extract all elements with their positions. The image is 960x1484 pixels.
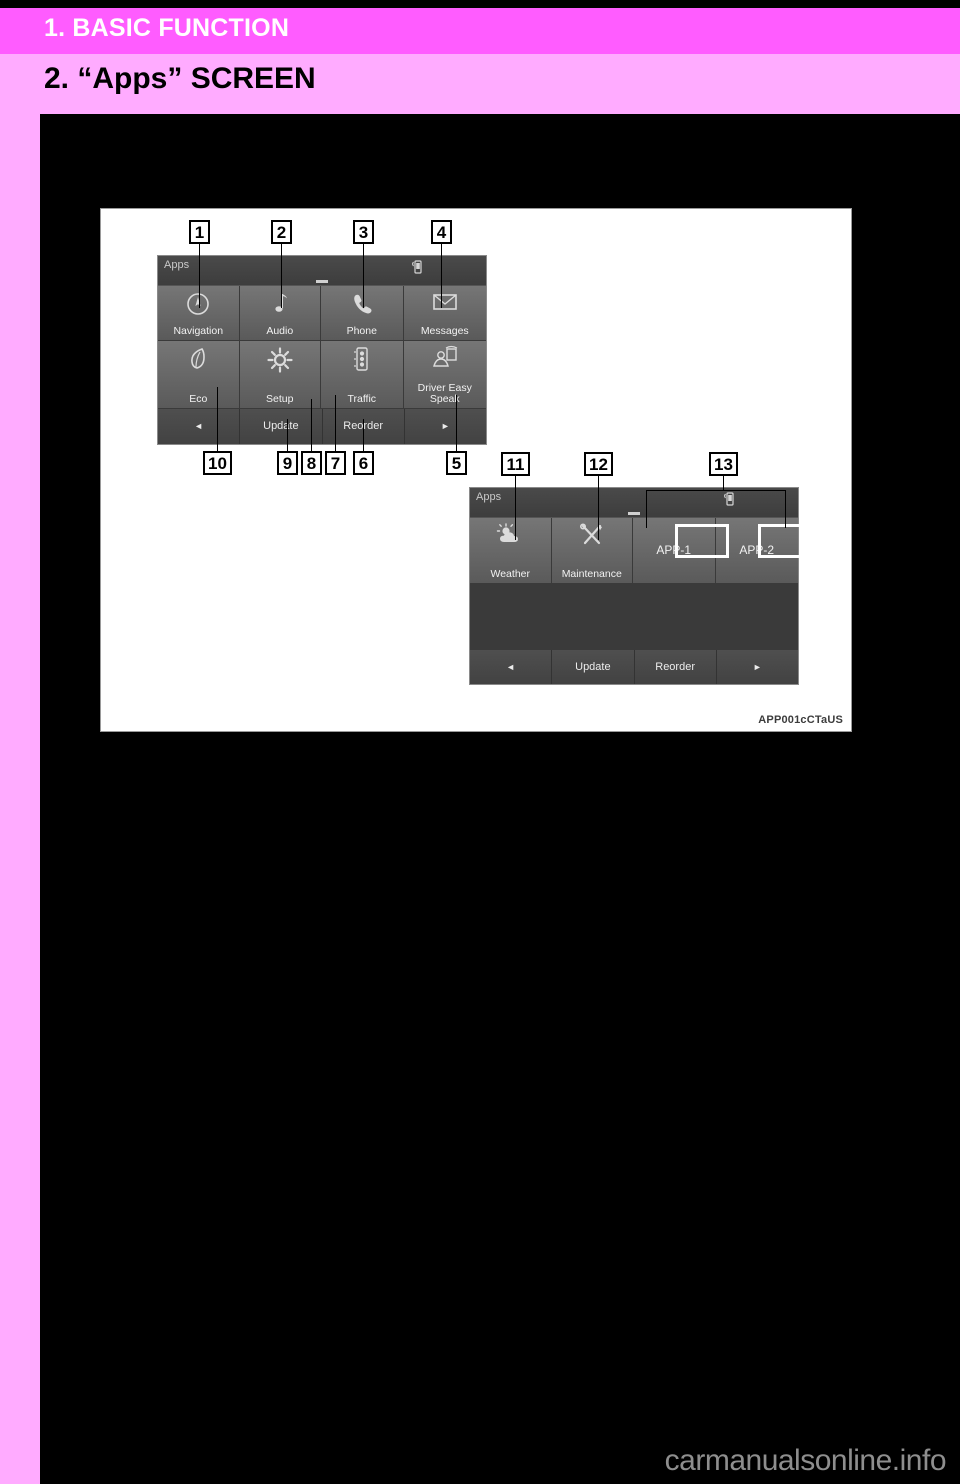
callout-12: 12 [584,452,613,476]
figure-code: APP001cCTaUS [758,714,843,726]
traffic-light-icon [351,346,373,379]
callout-10: 10 [203,451,232,475]
tile-traffic[interactable]: Traffic [321,340,404,409]
page-indicator-dash [316,279,328,283]
figure-panel: Apps Navigation Audio Phone Messages Eco… [100,208,852,732]
screen1-tile-row-1: Navigation Audio Phone Messages [158,285,486,341]
callout-11: 11 [501,452,530,476]
screen2-empty-area [470,584,798,650]
callout-1-leader [199,244,200,308]
screen2-apps-label: Apps [476,491,502,503]
gear-sun-icon [266,346,294,379]
callout-5-leader [456,395,457,451]
callout-6: 6 [353,451,374,475]
screen1-tile-row-2: Eco Setup Traffic Driver Easy Speak [158,340,486,409]
envelope-icon [431,291,459,318]
site-watermark: carmanualsonline.info [664,1444,947,1477]
callout-12-leader [598,476,599,540]
callout-6-leader [363,419,364,451]
screen1-apps-label: Apps [164,259,190,271]
sun-cloud-icon [495,523,525,554]
callout-8-leader [311,399,312,451]
update-button[interactable]: Update [552,650,635,684]
callout-2-leader [281,244,282,308]
handset-icon [349,291,375,322]
music-note-icon [268,291,292,322]
chapter-title: 1. BASIC FUNCTION [44,14,290,42]
driver-speak-icon [430,344,460,375]
tile-driver-easy-speak[interactable]: Driver Easy Speak [403,340,486,409]
callout-13: 13 [709,452,738,476]
callout-3-leader [363,244,364,308]
tile-eco[interactable]: Eco [158,340,240,409]
callout-5: 5 [446,451,467,475]
callout-13-leader-bridge [646,490,785,491]
phone-signal-icon [411,258,424,277]
callout-8: 8 [301,451,322,475]
phone-signal-icon [723,490,736,509]
tile-setup-label: Setup [266,392,294,405]
tile-phone-label: Phone [346,324,377,337]
section-title: 2. “Apps” SCREEN [44,62,316,95]
next-page-button[interactable]: ► [404,408,486,444]
tile-traffic-label: Traffic [347,392,377,405]
tile-driver-easy-speak-label: Driver Easy Speak [417,381,472,405]
prev-page-button[interactable]: ◄ [158,408,241,444]
callout-9-leader [287,419,288,451]
tile-weather[interactable]: Weather [470,518,552,584]
screen1-titlebar: Apps [158,256,486,286]
page-indicator-dash [628,512,640,515]
app-1-highlight-box [675,524,729,558]
reorder-button[interactable]: Reorder [634,650,717,684]
manual-page: 1. BASIC FUNCTION 2. “Apps” SCREEN Apps [0,0,960,1484]
tile-messages-label: Messages [420,324,469,337]
callout-4-leader [441,244,442,308]
next-page-button[interactable]: ► [716,650,798,684]
apps-screen-page-1: Apps Navigation Audio Phone Messages Eco… [157,255,487,445]
prev-page-button[interactable]: ◄ [470,650,553,684]
top-strip [0,0,960,8]
tile-maintenance[interactable]: Maintenance [551,518,633,584]
tile-setup[interactable]: Setup [239,340,321,409]
left-margin-rail [0,114,40,1484]
tile-messages[interactable]: Messages [403,285,486,341]
callout-13-leader-stem [723,476,724,490]
leaf-icon [186,346,210,379]
screen2-titlebar: Apps [470,488,798,518]
callout-1: 1 [189,220,210,244]
callout-9: 9 [277,451,298,475]
tile-audio-label: Audio [266,324,294,337]
callout-10-leader [217,387,218,451]
apps-screen-page-2: Apps Weather Maintenance APP-1 APP-2 ◄ U… [469,487,799,685]
screen1-bottom-bar: ◄ Update Reorder ► [158,408,486,444]
tile-navigation-label: Navigation [173,324,224,337]
callout-4: 4 [431,220,452,244]
tile-eco-label: Eco [189,392,208,405]
callout-7-leader [335,395,336,451]
callout-3: 3 [353,220,374,244]
callout-11-leader [515,476,516,540]
tools-icon [578,523,606,554]
tile-maintenance-label: Maintenance [561,567,622,580]
screen2-bottom-bar: ◄ Update Reorder ► [470,650,798,684]
screen2-tile-row-1: Weather Maintenance APP-1 APP-2 [470,518,798,584]
app-2-highlight-box [758,524,812,558]
tile-weather-label: Weather [490,567,531,580]
callout-13-leader-left [646,490,647,528]
callout-2: 2 [271,220,292,244]
callout-13-leader-right [785,490,786,528]
callout-7: 7 [325,451,346,475]
